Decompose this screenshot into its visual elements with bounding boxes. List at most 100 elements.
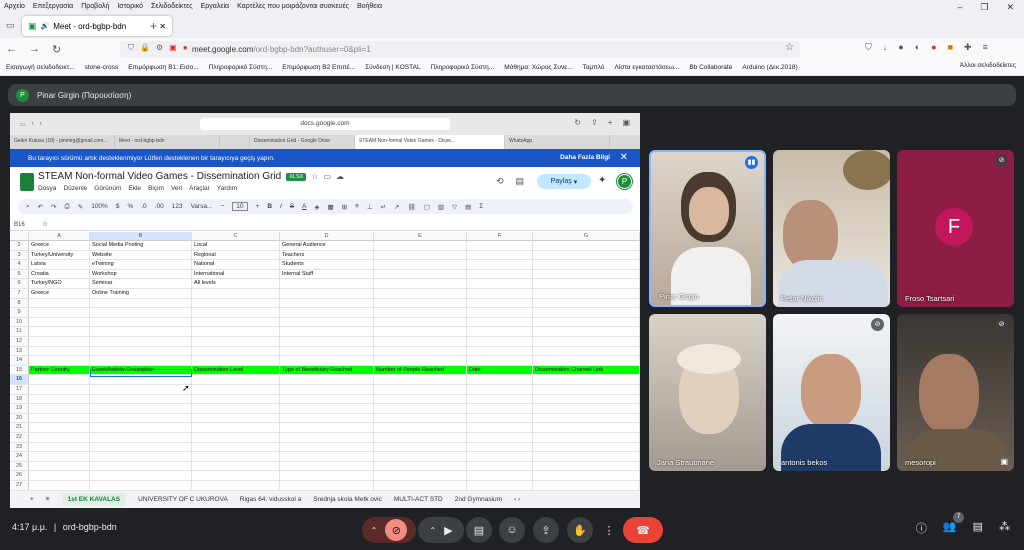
table-row: 6 Turkey/NGO Seminar All levels <box>10 279 640 289</box>
camera-toggle-button[interactable]: ⌃ ▶ <box>418 517 464 543</box>
sheet-tab: 2nd Gymnasium <box>454 496 503 503</box>
bookmark-item[interactable]: Arduino (Δεκ.2018) <box>742 64 797 71</box>
print-icon: ⎙ <box>64 202 70 210</box>
participant-count-badge: 7 <box>953 512 964 523</box>
table-row: 17 <box>10 385 640 395</box>
pin-icon[interactable]: ▣ <box>1000 457 1008 466</box>
participant-tile[interactable]: F ⊘ Froso Tsartsari <box>897 150 1014 307</box>
captions-button[interactable]: ▤ <box>466 517 492 543</box>
table-cell <box>467 471 533 480</box>
bookmark-item[interactable]: Σύνδεση | KOSTAL <box>365 64 420 71</box>
tab-close-icon[interactable]: ✕ <box>159 22 166 31</box>
table-cell: Dissemination Level <box>192 365 280 375</box>
more-options-button[interactable]: ⋮ <box>600 517 618 543</box>
back-icon[interactable]: ← <box>6 43 17 55</box>
extension-n-icon[interactable]: ● <box>898 42 903 53</box>
mic-off-icon[interactable]: ⊘ <box>385 519 408 541</box>
sheet-tab: MULTI-ACT STD <box>393 496 443 503</box>
chat-icon[interactable]: ▤ <box>973 520 983 536</box>
bookmark-item[interactable]: Επιμόρφωση Β2 Επιπέ... <box>282 64 355 71</box>
table-cell: Online Training <box>90 289 192 298</box>
people-icon[interactable]: 👥 <box>943 520 957 536</box>
table-cell <box>192 289 280 298</box>
other-bookmarks[interactable]: Άλλοι σελιδοδείκτες <box>955 62 1016 69</box>
chevron-up-icon[interactable]: ⌃ <box>429 526 436 535</box>
menu-icon[interactable]: ≡ <box>983 42 988 53</box>
download-icon[interactable]: ↓ <box>883 42 888 53</box>
extension-icon[interactable]: ◐ <box>915 42 920 53</box>
doc-title-row: STEAM Non-formal Video Games - Dissemina… <box>38 171 344 182</box>
camera-icon[interactable]: ▶ <box>444 524 452 537</box>
fill-color-icon: ◈ <box>314 203 320 211</box>
table-cell <box>374 308 467 317</box>
present-button[interactable]: ⇪ <box>533 517 559 543</box>
table-cell <box>374 298 467 308</box>
table-cell <box>533 394 640 404</box>
menu-synced-tabs[interactable]: Καρτέλες που μοιράζονται συσκευές <box>237 3 349 10</box>
participant-tile[interactable]: ⊘ antonis bekos <box>773 314 890 471</box>
bookmark-item[interactable]: Bb Collaborate <box>689 64 732 71</box>
menu-bookmarks[interactable]: Σελιδοδείκτες <box>151 3 193 10</box>
reactions-button[interactable]: ☺ <box>499 517 525 543</box>
history-icon: ⟲ <box>496 176 504 186</box>
puzzle-icon[interactable]: ✚ <box>964 42 972 53</box>
table-cell <box>192 308 280 317</box>
table-cell: Turkey/NGO <box>29 279 90 288</box>
doc-header-icons: ⟲ ▤ <box>496 176 524 187</box>
forward-icon[interactable]: → <box>29 43 40 55</box>
bookmark-item[interactable]: stone-cross <box>85 64 119 71</box>
menu-edit[interactable]: Επεξεργασία <box>33 3 73 10</box>
permissions-icon[interactable]: ⚙ <box>156 43 163 53</box>
row-number: 9 <box>10 308 29 317</box>
bookmark-star-icon[interactable]: ☆ <box>785 42 794 53</box>
table-cell <box>533 442 640 452</box>
reload-icon[interactable]: ↻ <box>52 43 61 56</box>
bookmark-item[interactable]: Επιμόρφωση Β1: Εισο... <box>128 64 198 71</box>
bookmark-item[interactable]: Λίστα εγκαταστάσεω... <box>615 64 680 71</box>
url-bar[interactable]: meet.google.com/ord-bgbp-bdn?authuser=0&… <box>120 41 800 58</box>
raise-hand-button[interactable]: ✋ <box>567 517 593 543</box>
menu-view[interactable]: Προβολή <box>81 3 109 10</box>
table-row: 19 <box>10 404 640 414</box>
participant-tile[interactable]: ▮▮ Pinar Girgin <box>649 150 766 307</box>
chevron-up-icon[interactable]: ⌃ <box>371 526 378 535</box>
bookmark-item[interactable]: Μάθημα: Χώρος Συνε... <box>504 64 572 71</box>
table-cell <box>533 375 640 384</box>
table-cell <box>374 260 467 269</box>
menu-file[interactable]: Αρχείο <box>4 3 25 10</box>
chart-icon: ▥ <box>437 203 445 211</box>
shield-icon[interactable]: ⛉ <box>128 43 134 53</box>
bookmark-item[interactable]: Εισαγωγή σελιδοδεικτ... <box>6 64 75 71</box>
menu-help[interactable]: Βοήθεια <box>357 3 382 10</box>
participant-face <box>689 187 729 235</box>
pinterest-icon[interactable]: ● <box>931 42 936 53</box>
participant-tile[interactable]: ⊘ mesoropi ▣ <box>897 314 1014 471</box>
camera-icon[interactable]: ▣ <box>169 43 177 53</box>
mic-toggle-button[interactable]: ⌃ ⊘ <box>362 517 416 543</box>
colorful-extension-icon[interactable]: ■ <box>948 42 953 53</box>
present-icon: ⇪ <box>541 524 551 537</box>
table-row: 5 Croatia Workshop International Internal St… <box>10 269 640 280</box>
table-cell <box>29 423 90 432</box>
audio-icon[interactable]: 🔊 <box>41 22 50 30</box>
participant-tile[interactable]: Jana Strautmane <box>649 314 766 471</box>
new-tab-icon[interactable]: + <box>150 19 157 33</box>
bookmark-item[interactable]: Πληροφορικό Σύστη... <box>431 64 495 71</box>
bookmark-item[interactable]: Πληροφορικό Σύστη... <box>209 64 273 71</box>
table-cell <box>192 298 280 308</box>
tab-list-icon[interactable]: ▭ <box>6 20 15 31</box>
table-cell <box>280 356 374 365</box>
tabs-scroll-icon: ‹ › <box>514 496 521 503</box>
leave-call-button[interactable]: ☎ <box>623 517 663 543</box>
bookmark-item[interactable]: Ταμπλό <box>583 64 605 71</box>
mic-icon[interactable]: ● <box>183 43 188 53</box>
info-icon[interactable]: ⓘ <box>916 520 927 536</box>
doc-menu-item: Veri <box>170 185 183 192</box>
lock-icon[interactable]: 🔒 <box>140 43 150 53</box>
pocket-icon[interactable]: ⛉ <box>865 42 872 53</box>
participant-tile[interactable]: Petar Nikolic <box>773 150 890 307</box>
menu-history[interactable]: Ιστορικό <box>117 3 143 10</box>
menu-tools[interactable]: Εργαλεία <box>201 3 229 10</box>
activities-icon[interactable]: ⁂ <box>999 520 1010 536</box>
table-cell <box>90 337 192 346</box>
